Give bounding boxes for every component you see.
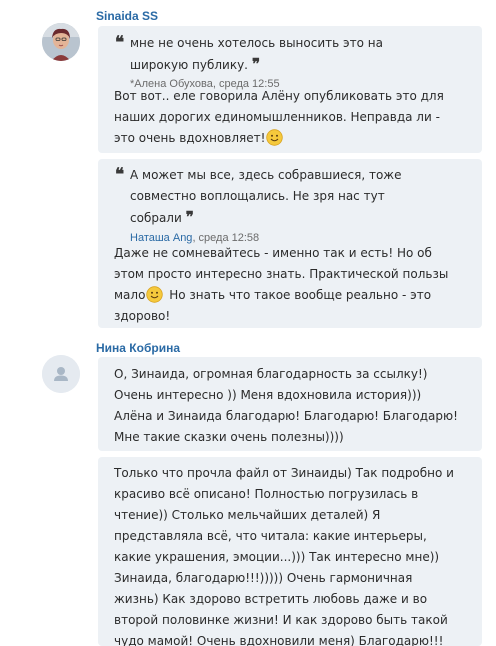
smile-emoji-icon bbox=[146, 286, 164, 303]
message-text: Вот вот.. еле говорила Алёну опубликоват… bbox=[114, 86, 464, 149]
quote-close-icon: ❞ bbox=[251, 55, 261, 73]
quote-open-icon: ❝ bbox=[115, 165, 125, 185]
quote-close-icon: ❞ bbox=[185, 208, 194, 226]
quote-open-icon: ❝ bbox=[115, 33, 125, 53]
author-name-nina[interactable]: Нина Кобрина bbox=[96, 341, 180, 355]
message-text: Только что прочла файл от Зинаиды) Так п… bbox=[114, 466, 454, 646]
message-text: Даже не сомневайтесь - именно так и есть… bbox=[114, 243, 464, 327]
author-name-sinaida[interactable]: Sinaida SS bbox=[96, 9, 158, 23]
smile-emoji-icon bbox=[266, 129, 284, 146]
message-bubble: ❝ А может мы все, здесь собравшиеся, тож… bbox=[98, 159, 482, 328]
user-placeholder-icon bbox=[42, 355, 80, 393]
avatar-sinaida[interactable] bbox=[42, 23, 80, 61]
message-bubble: ❝ мне не очень хотелось выносить это на … bbox=[98, 26, 482, 153]
quote-text: А может мы все, здесь собравшиеся, тоже … bbox=[130, 168, 402, 225]
message-bubble: Только что прочла файл от Зинаиды) Так п… bbox=[98, 457, 482, 646]
message-bubble: О, Зинаида, огромная благодарность за сс… bbox=[98, 357, 482, 451]
message-text: О, Зинаида, огромная благодарность за сс… bbox=[114, 367, 458, 444]
avatar-nina[interactable] bbox=[42, 355, 80, 393]
